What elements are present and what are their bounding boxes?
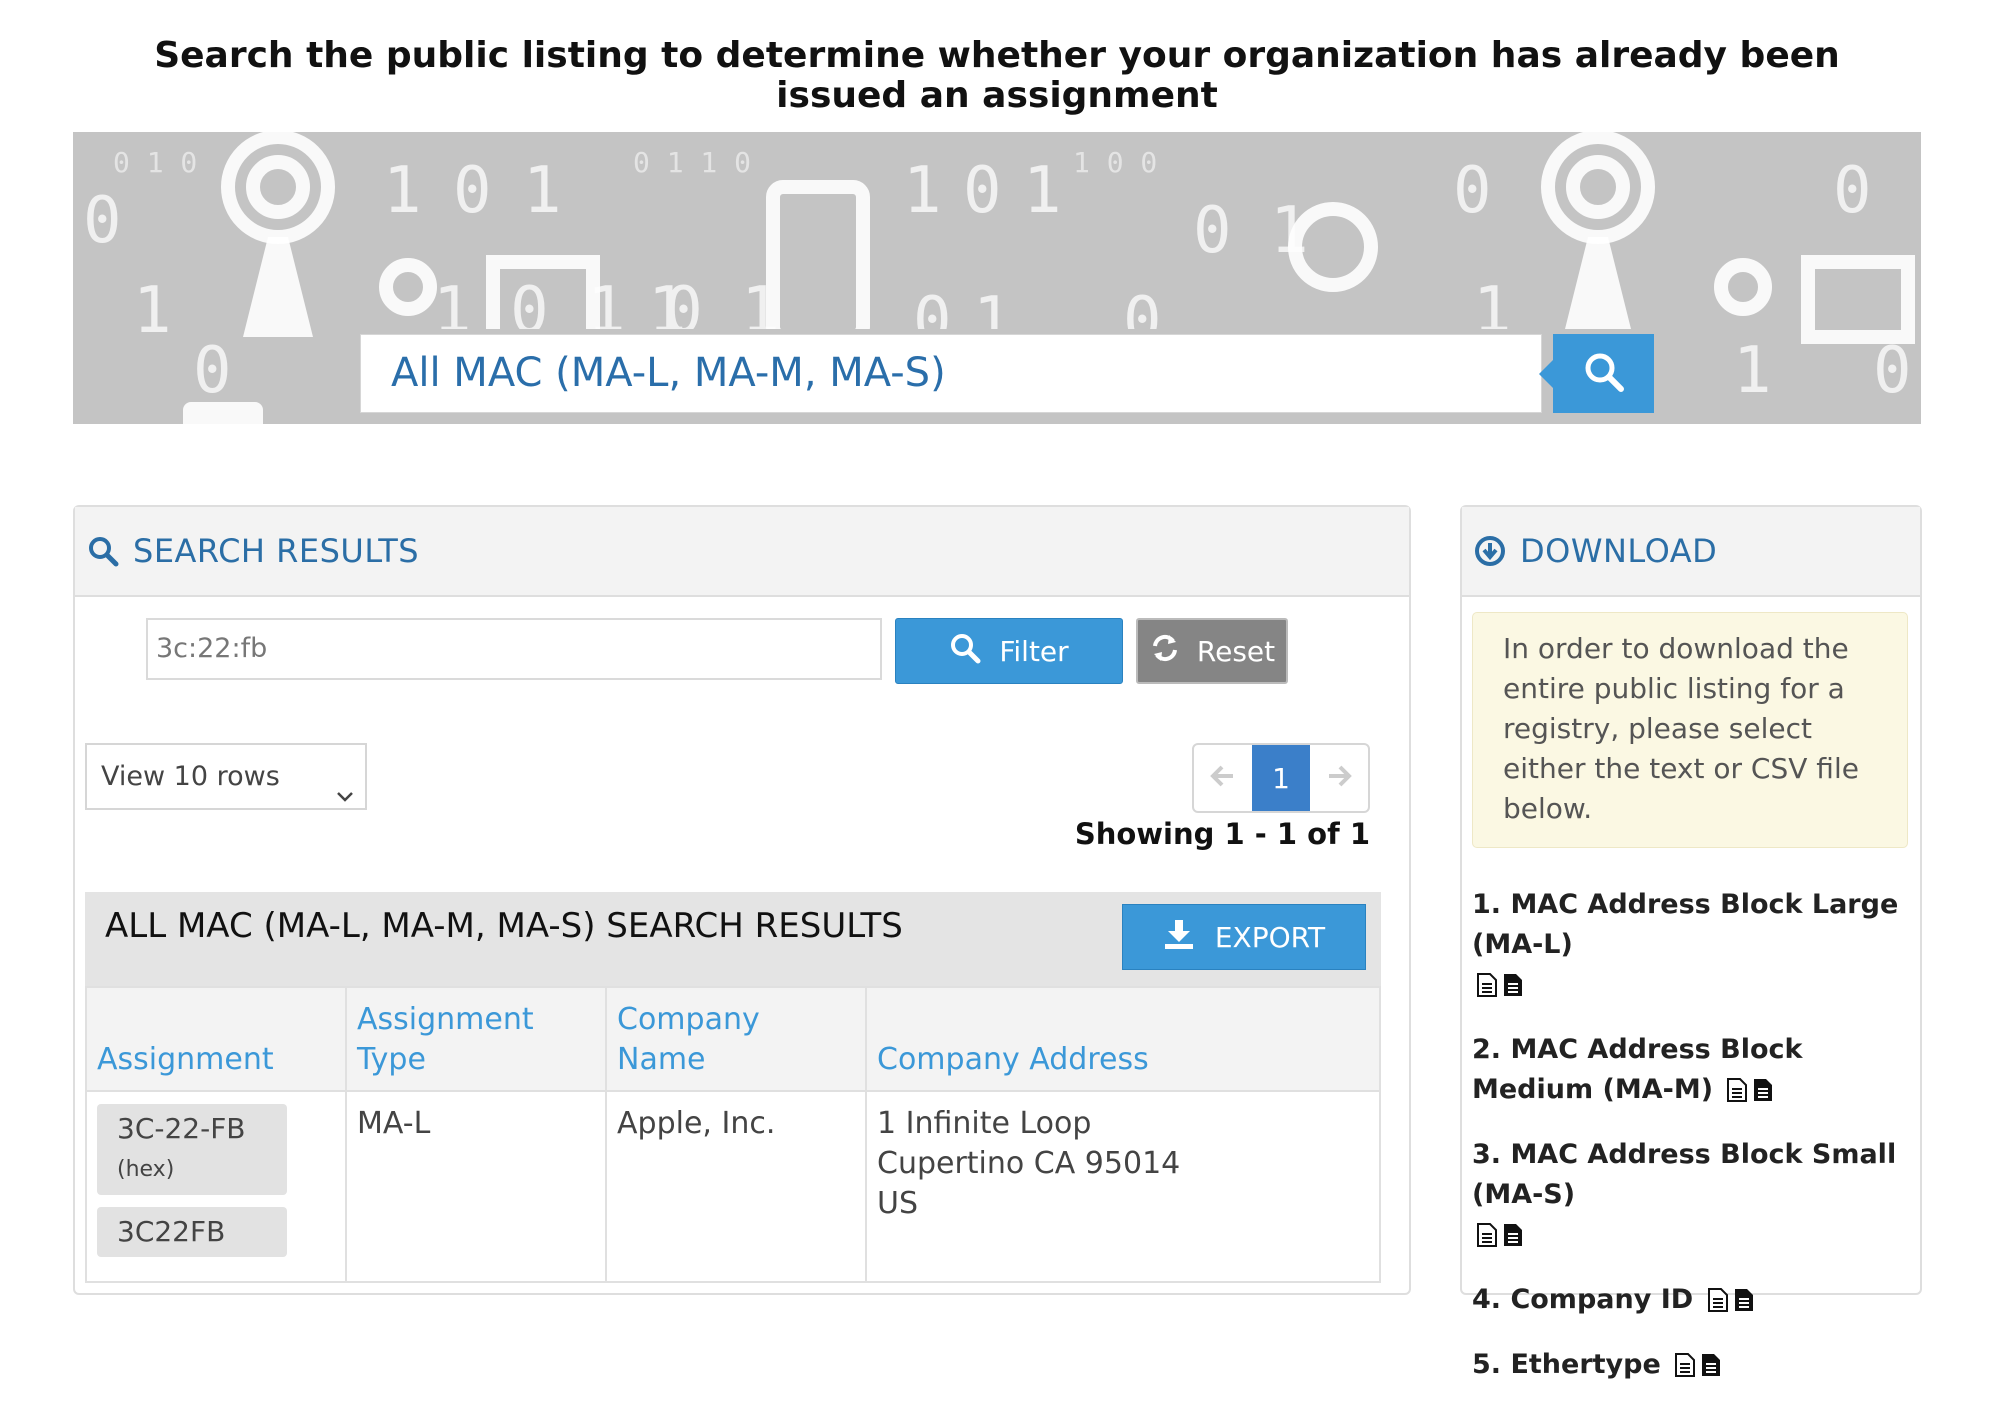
svg-text:1: 1: [1733, 334, 1772, 408]
svg-text:0: 0: [83, 184, 122, 258]
previous-page-button[interactable]: [1194, 745, 1252, 811]
arrow-right-icon: [1325, 762, 1353, 794]
registry-search-input[interactable]: All MAC (MA-L, MA-M, MA-S): [360, 334, 1542, 413]
csv-file-icon[interactable]: [1733, 1285, 1755, 1325]
assignment-cell: 3C-22-FB (hex) 3C22FB: [85, 1090, 347, 1283]
chevron-down-icon: [335, 767, 355, 830]
page-number-current[interactable]: 1: [1252, 745, 1310, 811]
text-file-icon[interactable]: [1476, 970, 1498, 1010]
filter-button-label: Filter: [999, 634, 1069, 668]
rows-per-page-select[interactable]: View 10 rows: [85, 743, 367, 810]
csv-file-icon[interactable]: [1502, 970, 1524, 1010]
assignment-type-cell: MA-L: [345, 1090, 607, 1283]
results-table-header: ALL MAC (MA-L, MA-M, MA-S) SEARCH RESULT…: [85, 892, 1381, 986]
reset-button-label: Reset: [1196, 634, 1276, 668]
download-item-ethertype: 5. Ethertype: [1472, 1345, 1912, 1390]
svg-text:0 1: 0 1: [1193, 194, 1309, 268]
export-button-label: EXPORT: [1214, 920, 1326, 954]
svg-text:1: 1: [383, 154, 422, 228]
registry-search-bar: All MAC (MA-L, MA-M, MA-S): [350, 329, 1654, 424]
svg-text:0: 0: [193, 334, 232, 408]
results-table: Assignment Assignment Type Company Name …: [85, 986, 1381, 1283]
download-item-label: 4. Company ID: [1472, 1284, 1694, 1315]
svg-text:0: 0: [1453, 154, 1492, 228]
svg-text:0 1 0: 0 1 0: [113, 146, 197, 179]
download-circle-icon: [1474, 535, 1506, 567]
address-line: US: [877, 1186, 919, 1221]
csv-file-icon[interactable]: [1700, 1350, 1722, 1390]
refresh-icon: [1149, 632, 1181, 671]
rows-select-value: View 10 rows: [101, 761, 280, 792]
next-page-button[interactable]: [1310, 745, 1368, 811]
download-list: 1. MAC Address Block Large (MA-L) 2. MAC…: [1472, 885, 1912, 1410]
results-table-title: ALL MAC (MA-L, MA-M, MA-S) SEARCH RESULT…: [105, 906, 903, 946]
svg-text:0: 0: [1833, 154, 1872, 228]
column-company-name[interactable]: Company Name: [605, 986, 867, 1092]
assignment-hex-tag: 3C-22-FB (hex): [97, 1104, 287, 1195]
export-button[interactable]: EXPORT: [1122, 904, 1366, 970]
svg-text:1: 1: [903, 154, 942, 228]
download-notice: In order to download the entire public l…: [1472, 612, 1908, 848]
download-item-label: 5. Ethertype: [1472, 1349, 1661, 1380]
page-headline: Search the public listing to determine w…: [154, 35, 1840, 116]
search-results-header: SEARCH RESULTS: [75, 507, 1409, 597]
svg-text:0: 0: [453, 154, 492, 228]
search-icon: [87, 535, 119, 567]
search-icon: [1583, 351, 1625, 397]
download-title: DOWNLOAD: [1520, 532, 1718, 570]
column-company-address[interactable]: Company Address: [865, 986, 1381, 1092]
column-assignment-type[interactable]: Assignment Type: [345, 986, 607, 1092]
filter-button[interactable]: Filter: [895, 618, 1123, 684]
svg-text:1: 1: [523, 154, 562, 228]
svg-text:0: 0: [963, 154, 1002, 228]
address-line: Cupertino CA 95014: [877, 1146, 1181, 1181]
filter-input[interactable]: 3c:22:fb: [146, 618, 882, 680]
registry-search-button[interactable]: [1539, 334, 1654, 413]
svg-text:1: 1: [133, 274, 172, 348]
text-file-icon[interactable]: [1707, 1285, 1729, 1325]
column-assignment[interactable]: Assignment: [85, 986, 347, 1092]
pagination: 1: [1192, 743, 1370, 813]
text-file-icon[interactable]: [1476, 1220, 1498, 1260]
arrow-left-icon: [1209, 762, 1237, 794]
search-results-title: SEARCH RESULTS: [133, 532, 420, 570]
svg-text:1 0 0: 1 0 0: [1073, 146, 1157, 179]
assignment-base16-tag: 3C22FB: [97, 1207, 287, 1257]
download-item-label: 3. MAC Address Block Small (MA-S): [1472, 1139, 1897, 1210]
assignment-hex-value: 3C-22-FB: [117, 1112, 246, 1145]
download-item-ma-m: 2. MAC Address Block Medium (MA-M): [1472, 1030, 1912, 1115]
table-header-row: Assignment Assignment Type Company Name …: [85, 986, 1381, 1092]
reset-button[interactable]: Reset: [1136, 618, 1288, 684]
address-line: 1 Infinite Loop: [877, 1106, 1092, 1141]
csv-file-icon[interactable]: [1752, 1075, 1774, 1115]
table-row: 3C-22-FB (hex) 3C22FB MA-L Apple, Inc. 1…: [85, 1090, 1381, 1283]
svg-text:1: 1: [1023, 154, 1062, 228]
hex-suffix: (hex): [117, 1157, 175, 1182]
download-icon: [1163, 918, 1195, 957]
company-address-cell: 1 Infinite Loop Cupertino CA 95014 US: [865, 1090, 1381, 1283]
download-panel: DOWNLOAD In order to download the entire…: [1460, 505, 1922, 1380]
company-name-cell: Apple, Inc.: [605, 1090, 867, 1283]
download-item-company-id: 4. Company ID: [1472, 1280, 1912, 1325]
download-item-ma-l: 1. MAC Address Block Large (MA-L): [1472, 885, 1912, 1010]
svg-text:0 1 1 0: 0 1 1 0: [633, 146, 751, 179]
search-icon: [949, 632, 981, 671]
csv-file-icon[interactable]: [1502, 1220, 1524, 1260]
svg-text:0: 0: [1873, 334, 1912, 408]
download-item-ma-s: 3. MAC Address Block Small (MA-S): [1472, 1135, 1912, 1260]
text-file-icon[interactable]: [1674, 1350, 1696, 1390]
download-item-label: 1. MAC Address Block Large (MA-L): [1472, 889, 1899, 960]
text-file-icon[interactable]: [1726, 1075, 1748, 1115]
download-header: DOWNLOAD: [1462, 507, 1920, 597]
search-results-panel: SEARCH RESULTS 3c:22:fb Filter Reset Vie…: [73, 505, 1411, 1295]
showing-count: Showing 1 - 1 of 1: [1074, 817, 1370, 851]
